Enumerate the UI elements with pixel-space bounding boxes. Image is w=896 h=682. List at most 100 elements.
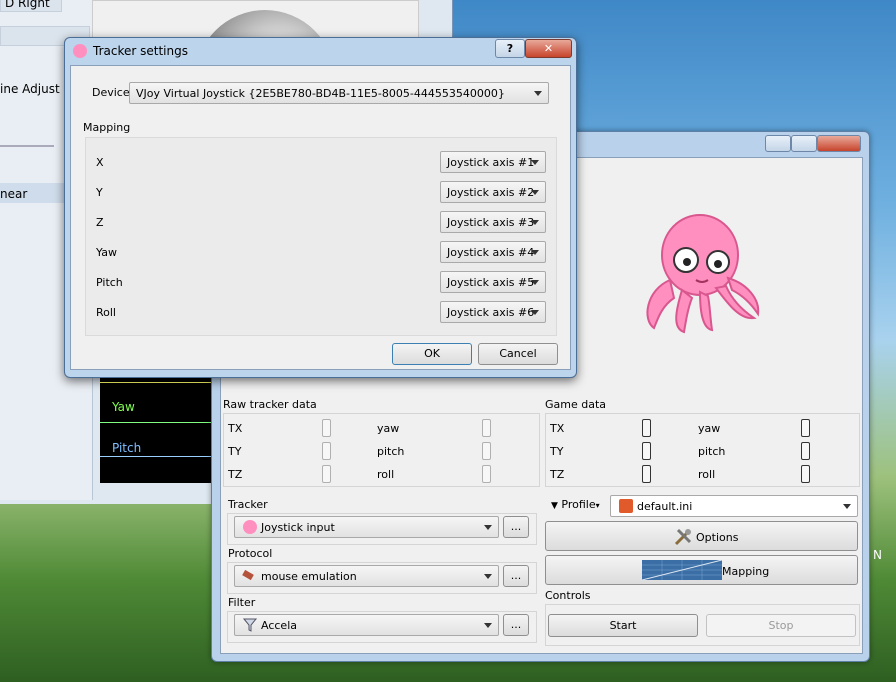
axis-select-roll[interactable]: Joystick axis #6: [440, 301, 546, 323]
help-button[interactable]: ?: [495, 39, 525, 58]
background-item-label: ine Adjust: [0, 82, 60, 96]
filter-icon: [242, 618, 258, 632]
tracker-select-value: Joystick input: [261, 521, 335, 534]
minimize-button[interactable]: [765, 135, 791, 152]
protocol-select-value: mouse emulation: [261, 570, 357, 583]
mapping-label: Mapping: [722, 565, 770, 578]
device-select[interactable]: VJoy Virtual Joystick {2E5BE780-BD4B-11E…: [129, 82, 549, 104]
background-item-label: near: [0, 187, 28, 201]
axis-select-value: Joystick axis #3: [447, 216, 535, 229]
axis-label-y: Y: [96, 186, 103, 199]
filter-settings-button[interactable]: ...: [503, 614, 529, 636]
octopus-icon: [73, 44, 87, 58]
controls-label: Controls: [545, 589, 591, 602]
tools-icon: [673, 527, 693, 550]
raw-label-yaw: yaw: [377, 422, 400, 435]
triangle-down-icon: ▼: [551, 501, 558, 511]
tracker-settings-dialog: Tracker settings ? ✕ Device VJoy Virtual…: [64, 37, 577, 378]
raw-label-pitch: pitch: [377, 445, 405, 458]
game-label-yaw: yaw: [698, 422, 721, 435]
filter-label: Filter: [228, 596, 256, 609]
chevron-down-icon: [531, 280, 539, 285]
axis-label-x: X: [96, 156, 104, 169]
tracker-select[interactable]: Joystick input: [234, 516, 499, 538]
raw-value-tz: [322, 465, 331, 483]
graph-line: [100, 456, 212, 457]
close-icon: ✕: [543, 42, 554, 55]
game-data-title: Game data: [545, 398, 607, 411]
axis-select-x[interactable]: Joystick axis #1: [440, 151, 546, 173]
chevron-down-icon: [531, 310, 539, 315]
chevron-down-icon: [531, 220, 539, 225]
axis-label-pitch: Pitch: [96, 276, 123, 289]
raw-value-tx: [322, 419, 331, 437]
chevron-down-icon: [534, 91, 542, 96]
protocol-select[interactable]: mouse emulation: [234, 565, 499, 587]
game-data-group: TX TY TZ yaw pitch roll: [545, 413, 860, 487]
graph-label-pitch: Pitch: [112, 441, 142, 455]
raw-label-roll: roll: [377, 468, 395, 481]
axis-select-y[interactable]: Joystick axis #2: [440, 181, 546, 203]
raw-value-roll: [482, 465, 491, 483]
game-value-roll: [801, 465, 810, 483]
graph-line: [100, 422, 212, 423]
maximize-button[interactable]: [791, 135, 817, 152]
protocol-settings-button[interactable]: ...: [503, 565, 529, 587]
desktop-text: N: [873, 548, 882, 562]
dialog-title: Tracker settings: [93, 44, 188, 58]
game-value-pitch: [801, 442, 810, 460]
chevron-down-icon: [531, 250, 539, 255]
game-label-pitch: pitch: [698, 445, 726, 458]
game-label-tz: TZ: [550, 468, 565, 481]
tracker-label: Tracker: [228, 498, 268, 511]
background-item-1[interactable]: D Right: [0, 0, 62, 12]
raw-label-ty: TY: [228, 445, 242, 458]
cancel-button[interactable]: Cancel: [478, 343, 558, 365]
mapping-group-label: Mapping: [83, 121, 131, 134]
axis-select-value: Joystick axis #1: [447, 156, 535, 169]
help-icon: ?: [506, 42, 514, 55]
filter-select[interactable]: Accela: [234, 614, 499, 636]
ok-button[interactable]: OK: [392, 343, 472, 365]
chevron-down-icon: ▾: [595, 501, 600, 510]
game-label-tx: TX: [550, 422, 565, 435]
chevron-down-icon: [484, 525, 492, 530]
axis-select-value: Joystick axis #6: [447, 306, 535, 319]
options-button[interactable]: Options: [545, 521, 858, 551]
profile-file-icon: [619, 499, 633, 513]
axis-select-yaw[interactable]: Joystick axis #4: [440, 241, 546, 263]
axis-label-yaw: Yaw: [96, 246, 117, 259]
raw-tracker-data-title: Raw tracker data: [223, 398, 317, 411]
mouse-icon: [242, 569, 254, 581]
game-label-ty: TY: [550, 445, 564, 458]
divider: [0, 145, 54, 147]
dialog-close-button[interactable]: ✕: [525, 39, 572, 58]
tracker-settings-button[interactable]: ...: [503, 516, 529, 538]
axis-select-value: Joystick axis #4: [447, 246, 535, 259]
start-button[interactable]: Start: [548, 614, 698, 637]
stop-button[interactable]: Stop: [706, 614, 856, 637]
raw-value-pitch: [482, 442, 491, 460]
graph-label-yaw: Yaw: [112, 400, 135, 414]
chevron-down-icon: [484, 574, 492, 579]
protocol-label: Protocol: [228, 547, 273, 560]
profile-label: Profile: [561, 498, 596, 511]
device-label: Device: [92, 86, 130, 99]
raw-label-tx: TX: [228, 422, 243, 435]
chevron-down-icon: [531, 160, 539, 165]
raw-label-tz: TZ: [228, 468, 243, 481]
options-label: Options: [696, 531, 739, 544]
pose-graph: Yaw Pitch: [100, 368, 212, 483]
close-button[interactable]: [817, 135, 861, 152]
profile-select[interactable]: default.ini: [610, 495, 858, 517]
axis-select-pitch[interactable]: Joystick axis #5: [440, 271, 546, 293]
profile-menu-button[interactable]: ▼ Profile▾: [551, 498, 600, 511]
octopus-logo: [646, 214, 760, 334]
game-value-ty: [642, 442, 651, 460]
axis-select-z[interactable]: Joystick axis #3: [440, 211, 546, 233]
dialog-client-area: Device VJoy Virtual Joystick {2E5BE780-B…: [70, 65, 571, 370]
raw-tracker-data-group: TX TY TZ yaw pitch roll: [223, 413, 540, 487]
mapping-button[interactable]: Mapping: [545, 555, 858, 585]
octopus-icon: [243, 520, 257, 534]
device-select-value: VJoy Virtual Joystick {2E5BE780-BD4B-11E…: [136, 87, 505, 100]
